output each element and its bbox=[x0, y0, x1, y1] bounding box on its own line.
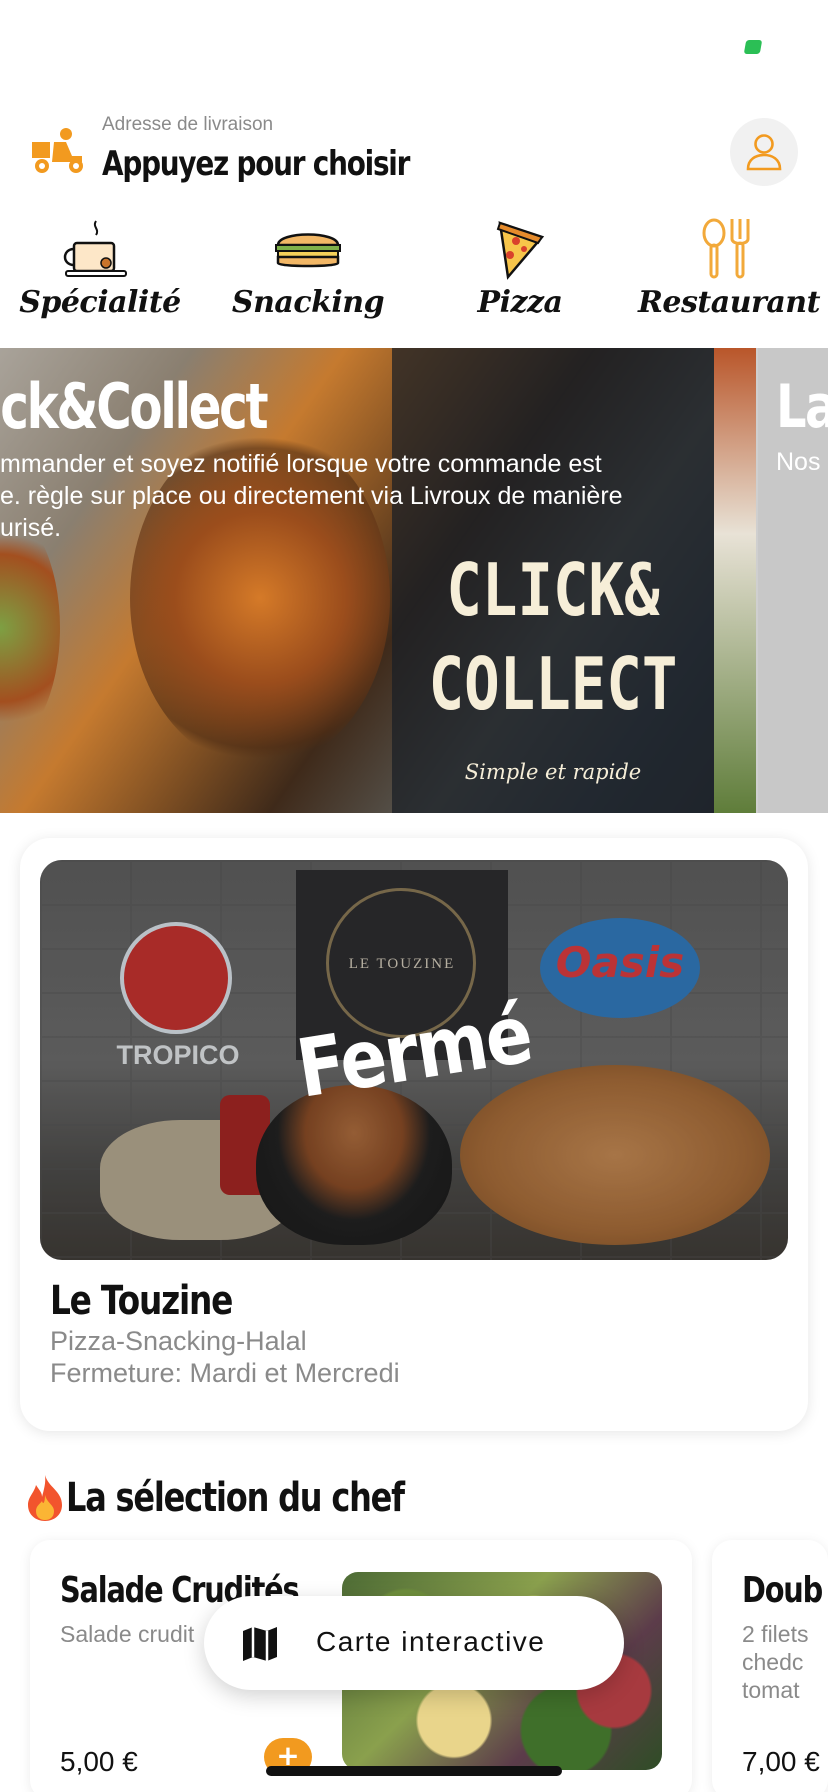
category-specialite[interactable]: Spécialité bbox=[10, 215, 190, 325]
promo-description: Nos bbox=[776, 448, 821, 476]
home-indicator[interactable] bbox=[266, 1766, 562, 1776]
category-label: Restaurant bbox=[638, 285, 820, 320]
dish-name: Doub bbox=[742, 1570, 823, 1611]
dish-card[interactable]: Doub 2 filets chedc tomat 7,00 € bbox=[712, 1540, 828, 1792]
category-bar: Spécialité Snacking Pizza Restaurant bbox=[0, 215, 828, 325]
coffee-cup-icon bbox=[63, 220, 127, 277]
delivery-scooter-icon[interactable] bbox=[30, 126, 86, 176]
dish-price: 7,00 € bbox=[742, 1746, 820, 1777]
promo-badge-subtitle: Simple et rapide bbox=[464, 760, 642, 784]
sandwich-icon bbox=[275, 233, 341, 268]
restaurant-card[interactable]: LE TOUZINE TROPICO Oasis Fermé Le Touzin… bbox=[20, 838, 808, 1431]
user-icon bbox=[746, 134, 782, 171]
fire-icon bbox=[28, 1475, 62, 1521]
promo-slide-click-collect[interactable]: ick&Collect mmander et soyez notifié lor… bbox=[0, 348, 756, 813]
promo-description: mmander et soyez notifié lorsque votre c… bbox=[0, 450, 623, 542]
cutlery-icon bbox=[702, 218, 750, 279]
dish-description: 2 filets chedc tomat bbox=[742, 1621, 809, 1703]
address-label: Adresse de livraison bbox=[102, 114, 274, 135]
category-snacking[interactable]: Snacking bbox=[218, 215, 398, 325]
profile-button[interactable] bbox=[730, 118, 798, 186]
dish-description: Salade crudit bbox=[60, 1621, 195, 1647]
header: Adresse de livraison Appuyez pour choisi… bbox=[0, 110, 828, 200]
promo-carousel[interactable]: ick&Collect mmander et soyez notifié lor… bbox=[0, 348, 828, 813]
category-label: Snacking bbox=[231, 285, 385, 320]
category-pizza[interactable]: Pizza bbox=[430, 215, 610, 325]
interactive-map-label: Carte interactive bbox=[316, 1626, 546, 1657]
restaurant-name: Le Touzine bbox=[50, 1278, 233, 1324]
category-label: Spécialité bbox=[19, 285, 181, 320]
category-label: Pizza bbox=[477, 285, 563, 320]
battery-icon bbox=[743, 40, 763, 54]
chef-selection-title: La sélection du chef bbox=[24, 1470, 488, 1526]
dish-price: 5,00 € bbox=[60, 1746, 138, 1777]
address-selector[interactable]: Appuyez pour choisir bbox=[102, 144, 410, 184]
promo-slide-next[interactable]: La Nos bbox=[758, 348, 828, 813]
restaurant-hours: Fermeture: Mardi et Mercredi bbox=[50, 1358, 400, 1388]
category-restaurant[interactable]: Restaurant bbox=[638, 215, 820, 325]
status-bar bbox=[0, 0, 828, 100]
promo-badge-title: CLICK& COLLECT bbox=[428, 548, 678, 726]
map-icon bbox=[243, 1627, 277, 1661]
promo-title: La bbox=[776, 372, 828, 442]
interactive-map-button[interactable]: Carte interactive bbox=[204, 1596, 624, 1690]
promo-title: ick&Collect bbox=[0, 370, 269, 443]
restaurant-image: LE TOUZINE TROPICO Oasis Fermé bbox=[40, 860, 788, 1260]
pizza-slice-icon bbox=[496, 221, 545, 280]
restaurant-tags: Pizza-Snacking-Halal bbox=[50, 1326, 307, 1356]
